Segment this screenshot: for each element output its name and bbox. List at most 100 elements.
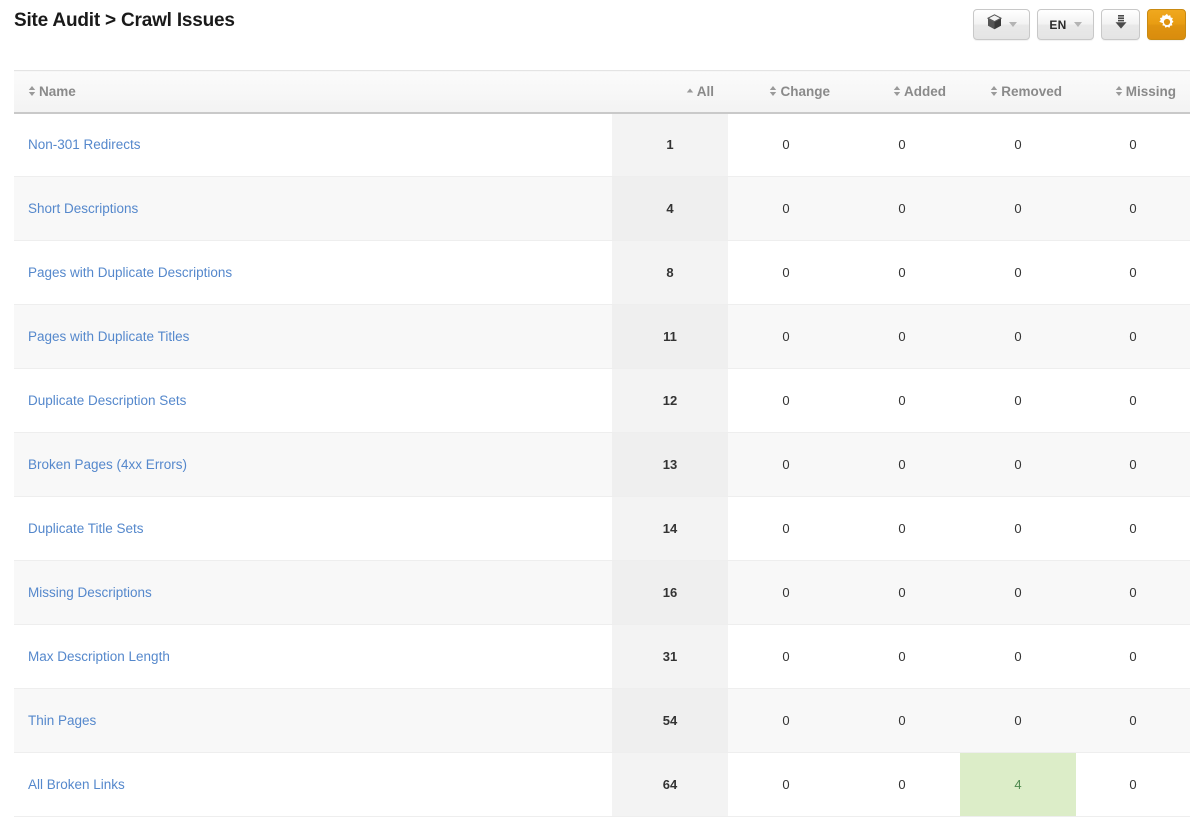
cell-missing: 0 [1076, 561, 1190, 625]
crawl-issues-table: Name All Change [14, 70, 1190, 817]
cell-change: 0 [728, 561, 844, 625]
column-header-name-label: Name [39, 84, 76, 99]
issue-link[interactable]: Missing Descriptions [28, 585, 152, 600]
cell-removed: 0 [960, 497, 1076, 561]
cell-added: 0 [844, 689, 960, 753]
cell-name: Non-301 Redirects [14, 113, 612, 177]
language-selector-button[interactable]: EN [1037, 9, 1094, 40]
issue-link[interactable]: Non-301 Redirects [28, 137, 141, 152]
cell-all: 11 [612, 305, 728, 369]
column-header-all-label: All [697, 84, 714, 99]
cell-removed: 0 [960, 305, 1076, 369]
download-button[interactable] [1101, 9, 1140, 40]
column-header-missing[interactable]: Missing [1076, 71, 1190, 113]
cell-name: Pages with Duplicate Descriptions [14, 241, 612, 305]
cell-name: Thin Pages [14, 689, 612, 753]
chevron-down-icon [1009, 22, 1017, 27]
cell-added: 0 [844, 561, 960, 625]
cell-all: 13 [612, 433, 728, 497]
cell-removed: 0 [960, 625, 1076, 689]
cell-all: 1 [612, 113, 728, 177]
table-row: Thin Pages540000 [14, 689, 1190, 753]
settings-button[interactable] [1147, 9, 1186, 40]
table-row: Missing Descriptions160000 [14, 561, 1190, 625]
page-title: Site Audit > Crawl Issues [14, 10, 235, 32]
cell-missing: 0 [1076, 369, 1190, 433]
column-header-added[interactable]: Added [844, 71, 960, 113]
cell-all: 8 [612, 241, 728, 305]
cell-change: 0 [728, 305, 844, 369]
crawl-issues-table-container: Name All Change [14, 70, 1190, 817]
sort-both-icon [28, 85, 36, 97]
project-selector-button[interactable] [973, 9, 1030, 40]
issue-link[interactable]: Pages with Duplicate Titles [28, 329, 189, 344]
cell-change: 0 [728, 497, 844, 561]
cell-added: 0 [844, 177, 960, 241]
cell-missing: 0 [1076, 689, 1190, 753]
issue-link[interactable]: Broken Pages (4xx Errors) [28, 457, 187, 472]
cell-all: 64 [612, 753, 728, 817]
chevron-down-icon [1074, 22, 1082, 27]
cell-name: All Broken Links [14, 753, 612, 817]
cell-missing: 0 [1076, 753, 1190, 817]
column-header-change[interactable]: Change [728, 71, 844, 113]
cell-name: Missing Descriptions [14, 561, 612, 625]
issue-link[interactable]: Duplicate Title Sets [28, 521, 144, 536]
issue-link[interactable]: Thin Pages [28, 713, 96, 728]
cell-missing: 0 [1076, 177, 1190, 241]
cell-name: Short Descriptions [14, 177, 612, 241]
column-header-all[interactable]: All [612, 71, 728, 113]
cell-added: 0 [844, 241, 960, 305]
cell-all: 31 [612, 625, 728, 689]
table-row: Non-301 Redirects10000 [14, 113, 1190, 177]
cell-change: 0 [728, 753, 844, 817]
column-header-change-label: Change [780, 84, 830, 99]
issue-link[interactable]: Pages with Duplicate Descriptions [28, 265, 232, 280]
table-row: Short Descriptions40000 [14, 177, 1190, 241]
sort-both-icon [893, 85, 901, 97]
cell-change: 0 [728, 113, 844, 177]
issue-link[interactable]: All Broken Links [28, 777, 125, 792]
column-header-added-label: Added [904, 84, 946, 99]
table-row: Duplicate Description Sets120000 [14, 369, 1190, 433]
cell-removed: 0 [960, 177, 1076, 241]
cell-added: 0 [844, 113, 960, 177]
cell-added: 0 [844, 625, 960, 689]
cell-removed: 0 [960, 561, 1076, 625]
table-body: Non-301 Redirects10000Short Descriptions… [14, 113, 1190, 817]
cell-change: 0 [728, 241, 844, 305]
issue-link[interactable]: Short Descriptions [28, 201, 138, 216]
cell-all: 54 [612, 689, 728, 753]
cell-removed: 0 [960, 689, 1076, 753]
cell-change: 0 [728, 689, 844, 753]
table-row: Pages with Duplicate Descriptions80000 [14, 241, 1190, 305]
cell-change: 0 [728, 177, 844, 241]
table-row: All Broken Links640040 [14, 753, 1190, 817]
cell-change: 0 [728, 369, 844, 433]
cell-name: Pages with Duplicate Titles [14, 305, 612, 369]
cell-added: 0 [844, 305, 960, 369]
column-header-name[interactable]: Name [14, 71, 612, 113]
cell-added: 0 [844, 497, 960, 561]
cell-name: Duplicate Description Sets [14, 369, 612, 433]
cell-missing: 0 [1076, 625, 1190, 689]
issue-link[interactable]: Max Description Length [28, 649, 170, 664]
cell-removed: 0 [960, 369, 1076, 433]
cell-removed: 0 [960, 433, 1076, 497]
gear-icon [1158, 13, 1176, 36]
cell-added: 0 [844, 369, 960, 433]
cell-missing: 0 [1076, 497, 1190, 561]
issue-link[interactable]: Duplicate Description Sets [28, 393, 186, 408]
table-row: Max Description Length310000 [14, 625, 1190, 689]
cell-missing: 0 [1076, 113, 1190, 177]
cell-missing: 0 [1076, 305, 1190, 369]
language-label: EN [1049, 18, 1066, 32]
sort-both-icon [1115, 85, 1123, 97]
cell-all: 12 [612, 369, 728, 433]
top-bar: Site Audit > Crawl Issues EN [0, 0, 1201, 70]
cell-added: 0 [844, 753, 960, 817]
column-header-removed-label: Removed [1001, 84, 1062, 99]
cell-change: 0 [728, 625, 844, 689]
sort-both-icon [769, 85, 777, 97]
column-header-removed[interactable]: Removed [960, 71, 1076, 113]
